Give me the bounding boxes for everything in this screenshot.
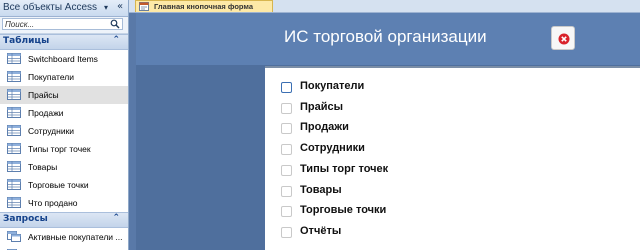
- table-icon: [7, 71, 21, 82]
- switchboard-item-label[interactable]: Сотрудники: [300, 142, 365, 154]
- switchboard-item-button[interactable]: [281, 185, 292, 197]
- nav-item-label: Торговые точки: [28, 180, 89, 190]
- nav-item-label: Switchboard Items: [28, 54, 98, 64]
- switchboard-item-button[interactable]: [281, 102, 292, 114]
- form-left-strip: [129, 13, 136, 250]
- table-icon: [7, 179, 21, 190]
- nav-table-item[interactable]: Типы торг точек: [0, 140, 128, 158]
- document-tab-strip: Главная кнопочная форма: [129, 0, 640, 13]
- nav-table-item[interactable]: Торговые точки: [0, 176, 128, 194]
- nav-item-label: Прайсы: [28, 90, 59, 100]
- switchboard-item-label[interactable]: Типы торг точек: [300, 163, 388, 175]
- table-icon: [7, 143, 21, 154]
- table-icon: [7, 107, 21, 118]
- collapse-pane-icon[interactable]: «: [114, 1, 126, 14]
- nav-group-header[interactable]: Запросы ⌃: [0, 212, 128, 228]
- switchboard-item-button[interactable]: [281, 206, 292, 218]
- nav-item-label: Продажи: [28, 108, 64, 118]
- tab-switchboard-form[interactable]: Главная кнопочная форма: [135, 0, 273, 12]
- switchboard-item-button[interactable]: [281, 82, 292, 93]
- switchboard-item-label[interactable]: Прайсы: [300, 101, 343, 113]
- switchboard-item-label[interactable]: Товары: [300, 184, 342, 196]
- query-icon: [7, 231, 21, 242]
- form-title: ИС торговой организации: [284, 27, 487, 46]
- switchboard-item-button[interactable]: [281, 123, 292, 135]
- nav-item-label: Что продано: [28, 198, 78, 208]
- search-icon[interactable]: [110, 19, 120, 29]
- document-area: Главная кнопочная форма ИС торговой орга…: [129, 0, 640, 252]
- switchboard-item-label[interactable]: Торговые точки: [300, 204, 386, 216]
- nav-table-item[interactable]: Switchboard Items: [0, 50, 128, 68]
- close-form-button[interactable]: [551, 26, 575, 50]
- nav-item-label: Активные покупатели ...: [28, 232, 123, 242]
- chevron-up-icon[interactable]: ⌃: [112, 213, 120, 223]
- table-icon: [7, 89, 21, 100]
- switchboard-item-label[interactable]: Покупатели: [300, 80, 364, 92]
- nav-item-label: Товары: [28, 162, 58, 172]
- nav-table-item[interactable]: Сотрудники: [0, 122, 128, 140]
- search-input[interactable]: [3, 19, 111, 29]
- switchboard-item-label[interactable]: Отчёты: [300, 225, 341, 237]
- nav-query-item[interactable]: Активные покупатели ...: [0, 228, 128, 246]
- search-bar: [0, 17, 128, 34]
- table-icon: [7, 125, 21, 136]
- nav-table-item[interactable]: Товары: [0, 158, 128, 176]
- nav-item-label: Покупатели: [28, 72, 74, 82]
- close-icon: [558, 33, 570, 45]
- switchboard-body: Покупатели Прайсы Продажи Сотрудники Типы то…: [265, 66, 640, 252]
- chevron-up-icon[interactable]: ⌃: [112, 35, 120, 45]
- nav-pane-header[interactable]: Все объекты Access ▾ «: [0, 0, 128, 17]
- switchboard-item-button[interactable]: [281, 226, 292, 238]
- form-icon: [139, 2, 149, 11]
- nav-group-label: Таблицы: [3, 36, 50, 46]
- switchboard-item-button[interactable]: [281, 164, 292, 176]
- switchboard-item-button[interactable]: [281, 144, 292, 156]
- table-icon: [7, 197, 21, 208]
- table-icon: [7, 161, 21, 172]
- nav-query-item[interactable]: Запрос1: [0, 246, 128, 250]
- switchboard-item-label[interactable]: Продажи: [300, 121, 349, 133]
- nav-pane-title[interactable]: Все объекты Access: [3, 2, 97, 13]
- nav-item-label: Сотрудники: [28, 126, 75, 136]
- form-header: ИС торговой организации: [136, 13, 640, 65]
- navigation-pane: Все объекты Access ▾ « Таблицы ⌃ Switchboa…: [0, 0, 129, 250]
- search-box[interactable]: [2, 18, 123, 30]
- nav-table-item[interactable]: Покупатели: [0, 68, 128, 86]
- nav-table-item[interactable]: Продажи: [0, 104, 128, 122]
- nav-table-item[interactable]: Что продано: [0, 194, 128, 212]
- table-icon: [7, 53, 21, 64]
- nav-table-item[interactable]: Прайсы: [0, 86, 128, 104]
- chevron-down-icon[interactable]: ▾: [100, 1, 112, 14]
- nav-group-header[interactable]: Таблицы ⌃: [0, 34, 128, 50]
- tab-label: Главная кнопочная форма: [154, 2, 254, 11]
- nav-item-label: Типы торг точек: [28, 144, 91, 154]
- nav-group-label: Запросы: [3, 214, 48, 224]
